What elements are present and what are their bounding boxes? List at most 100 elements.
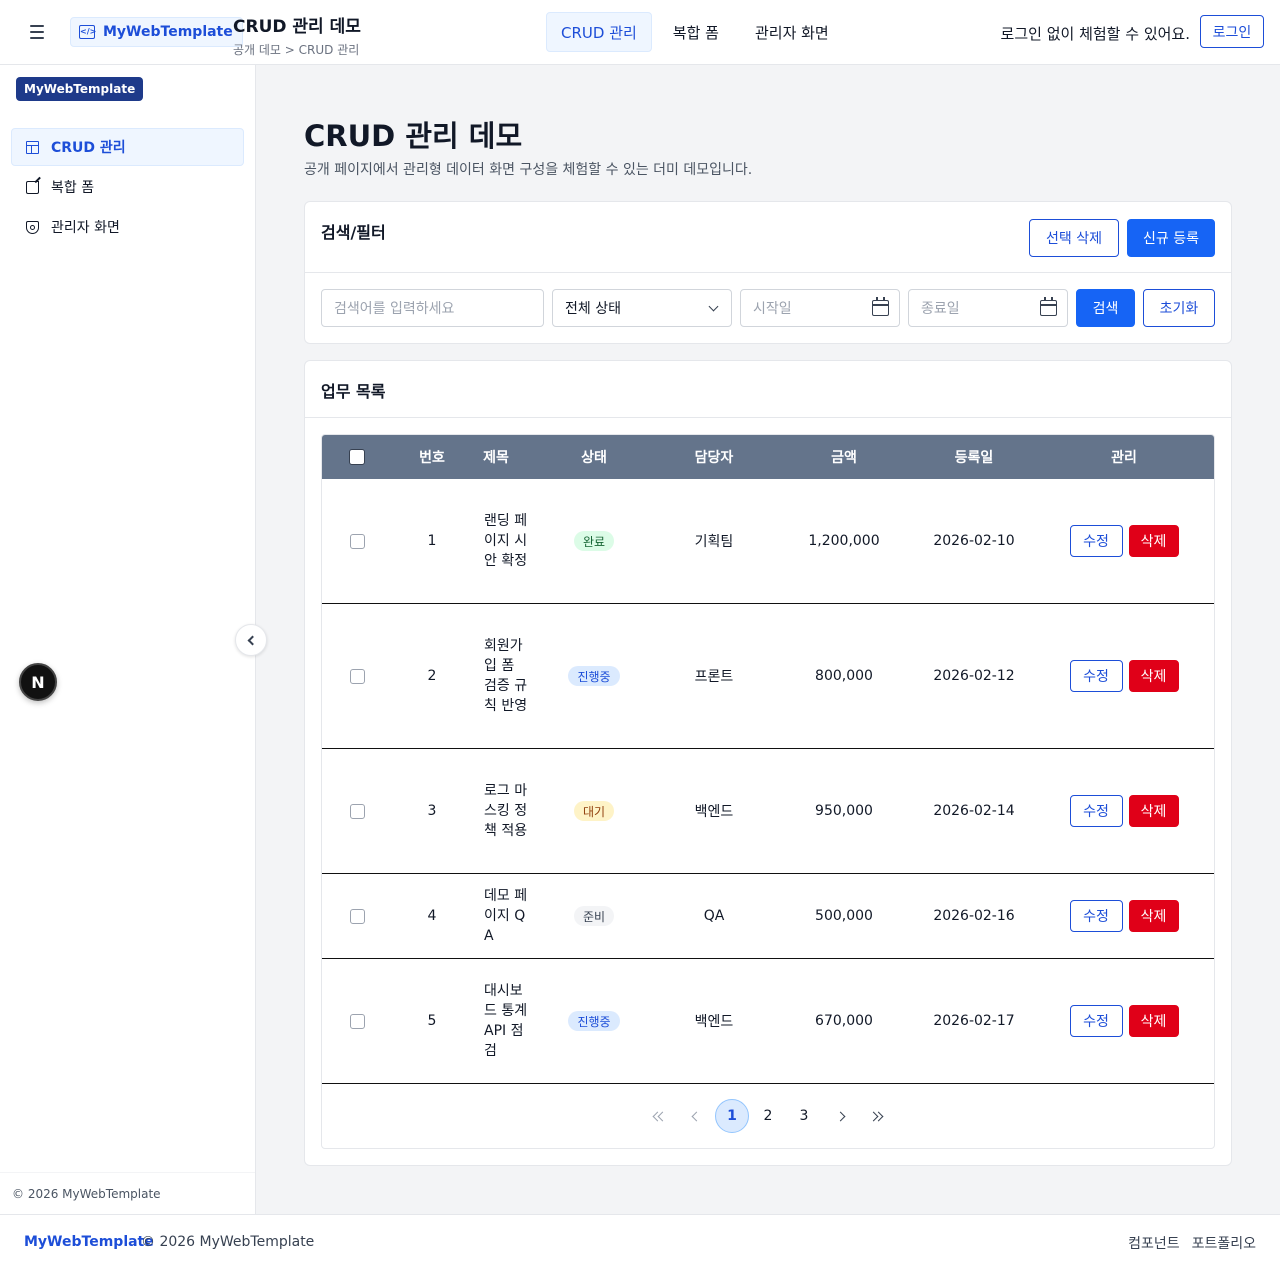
row-checkbox[interactable] [349, 908, 365, 924]
start-date-placeholder: 시작일 [753, 301, 792, 317]
breadcrumb: 공개 데모 > CRUD 관리 [233, 43, 360, 57]
prev-page-button[interactable] [679, 1099, 713, 1133]
col-title: 제목 [483, 450, 509, 466]
shield-icon [26, 220, 39, 234]
reset-button[interactable]: 초기화 [1143, 289, 1215, 327]
table-header: 번호 제목 상태 담당자 금액 등록일 관리 [322, 435, 1214, 479]
col-date: 등록일 [954, 450, 994, 466]
footer-brand[interactable]: MyWebTemplate [24, 1234, 154, 1250]
footer-copyright: © 2026 MyWebTemplate [141, 1234, 315, 1250]
edit-button[interactable]: 수정 [1069, 900, 1123, 932]
last-page-button[interactable] [859, 1099, 893, 1133]
sidebar-brand: MyWebTemplate [16, 77, 144, 101]
row-no: 4 [427, 908, 437, 924]
calendar-icon[interactable] [1040, 297, 1057, 316]
row-title: 로그 마스킹 정책 적용 [484, 783, 528, 839]
edit-button[interactable]: 수정 [1069, 795, 1123, 827]
row-status-cell: 완료 [554, 479, 634, 603]
search-input[interactable]: 검색어를 입력하세요 [321, 289, 544, 327]
footer-link-components[interactable]: 컴포넌트 [1128, 1233, 1180, 1253]
chevron-left-icon [247, 635, 258, 645]
end-date-input[interactable]: 종료일 [908, 289, 1068, 327]
page-heading: CRUD 관리 데모 공개 데모 > CRUD 관리 [233, 12, 361, 58]
chevrons-left-icon [652, 1111, 668, 1121]
status-badge: 완료 [573, 531, 615, 551]
sidebar-nav: CRUD 관리 복합 폼 관리자 화면 [11, 128, 244, 248]
delete-button[interactable]: 삭제 [1128, 1005, 1179, 1037]
sidebar-item-label: CRUD 관리 [51, 140, 126, 156]
delete-button[interactable]: 삭제 [1128, 900, 1179, 932]
row-select-cell [344, 874, 370, 958]
row-actions: 수정 삭제 [1064, 874, 1184, 958]
status-select[interactable]: 전체 상태 [552, 289, 732, 327]
sidebar-collapse-button[interactable] [235, 624, 267, 656]
edit-icon [26, 180, 39, 194]
edit-button[interactable]: 수정 [1069, 525, 1123, 557]
row-title: 랜딩 페이지 시안 확정 [484, 513, 528, 569]
sidebar-item-label: 관리자 화면 [51, 220, 120, 236]
filter-card: 검색/필터 선택 삭제 신규 등록 검색어를 입력하세요 전체 상태 시작일 종… [304, 201, 1232, 344]
page-2-button[interactable]: 2 [751, 1099, 785, 1133]
table-row: 2 회원가입 폼 검증 규칙 반영 진행중 프론트 800,000 2026-02-12 수… [322, 604, 1214, 749]
menu-icon[interactable] [24, 20, 50, 44]
start-date-input[interactable]: 시작일 [740, 289, 900, 327]
page-3-button[interactable]: 3 [787, 1099, 821, 1133]
delete-button[interactable]: 삭제 [1128, 660, 1179, 692]
brand-link[interactable]: </> MyWebTemplate [70, 17, 243, 47]
first-page-button[interactable] [643, 1099, 677, 1133]
col-status: 상태 [581, 450, 607, 466]
row-select-cell [344, 749, 370, 873]
row-actions: 수정 삭제 [1064, 749, 1184, 873]
create-button[interactable]: 신규 등록 [1127, 219, 1215, 257]
nav-admin[interactable]: 관리자 화면 [740, 12, 844, 52]
row-title: 대시보드 통계 API 점검 [484, 983, 528, 1059]
page-1-button[interactable]: 1 [715, 1099, 749, 1133]
row-owner: 백엔드 [694, 1014, 734, 1030]
dev-tools-badge[interactable]: N [19, 663, 57, 701]
select-all-checkbox[interactable] [349, 449, 365, 465]
row-checkbox[interactable] [349, 668, 365, 684]
page-footer: MyWebTemplate © 2026 MyWebTemplate 컴포넌트 … [0, 1214, 1280, 1267]
row-no: 3 [427, 803, 437, 819]
row-title: 데모 페이지 QA [484, 888, 528, 944]
row-select-cell [344, 604, 370, 748]
login-button[interactable]: 로그인 [1200, 15, 1264, 48]
table-icon [26, 140, 39, 154]
delete-button[interactable]: 삭제 [1128, 525, 1179, 557]
divider [305, 417, 1231, 418]
row-status-cell: 대기 [554, 749, 634, 873]
row-actions: 수정 삭제 [1064, 479, 1184, 603]
sidebar: MyWebTemplate CRUD 관리 복합 폼 관리자 화면 © 2026… [0, 65, 256, 1214]
filter-title: 검색/필터 [321, 223, 386, 242]
sidebar-footer: © 2026 MyWebTemplate [0, 1172, 255, 1214]
row-no: 1 [427, 533, 437, 549]
row-actions: 수정 삭제 [1064, 959, 1184, 1083]
sidebar-item-crud[interactable]: CRUD 관리 [11, 128, 244, 166]
row-status-cell: 준비 [554, 874, 634, 958]
delete-selected-button[interactable]: 선택 삭제 [1029, 219, 1119, 257]
calendar-icon[interactable] [872, 297, 889, 316]
header-page-title: CRUD 관리 데모 [233, 17, 361, 37]
sidebar-item-admin[interactable]: 관리자 화면 [11, 208, 244, 246]
task-list-card: 업무 목록 번호 제목 상태 담당자 금액 등록일 관리 1 랜딩 페이지 시안 … [304, 360, 1232, 1166]
status-badge: 대기 [573, 801, 615, 821]
row-amount: 950,000 [815, 803, 873, 819]
search-button[interactable]: 검색 [1076, 289, 1135, 327]
chevron-left-icon [691, 1111, 701, 1121]
delete-button[interactable]: 삭제 [1128, 795, 1179, 827]
footer-link-portfolio[interactable]: 포트폴리오 [1192, 1233, 1256, 1253]
search-placeholder: 검색어를 입력하세요 [334, 301, 455, 317]
edit-button[interactable]: 수정 [1069, 1005, 1123, 1037]
row-no: 2 [427, 668, 437, 684]
row-checkbox[interactable] [349, 533, 365, 549]
row-title: 회원가입 폼 검증 규칙 반영 [484, 638, 528, 714]
nav-composite-form[interactable]: 복합 폼 [658, 12, 734, 52]
row-checkbox[interactable] [349, 1013, 365, 1029]
edit-button[interactable]: 수정 [1069, 660, 1123, 692]
row-checkbox[interactable] [349, 803, 365, 819]
row-owner: 기획팀 [694, 534, 734, 550]
next-page-button[interactable] [823, 1099, 857, 1133]
sidebar-item-composite-form[interactable]: 복합 폼 [11, 168, 244, 206]
row-actions: 수정 삭제 [1064, 604, 1184, 748]
nav-crud[interactable]: CRUD 관리 [546, 12, 652, 52]
